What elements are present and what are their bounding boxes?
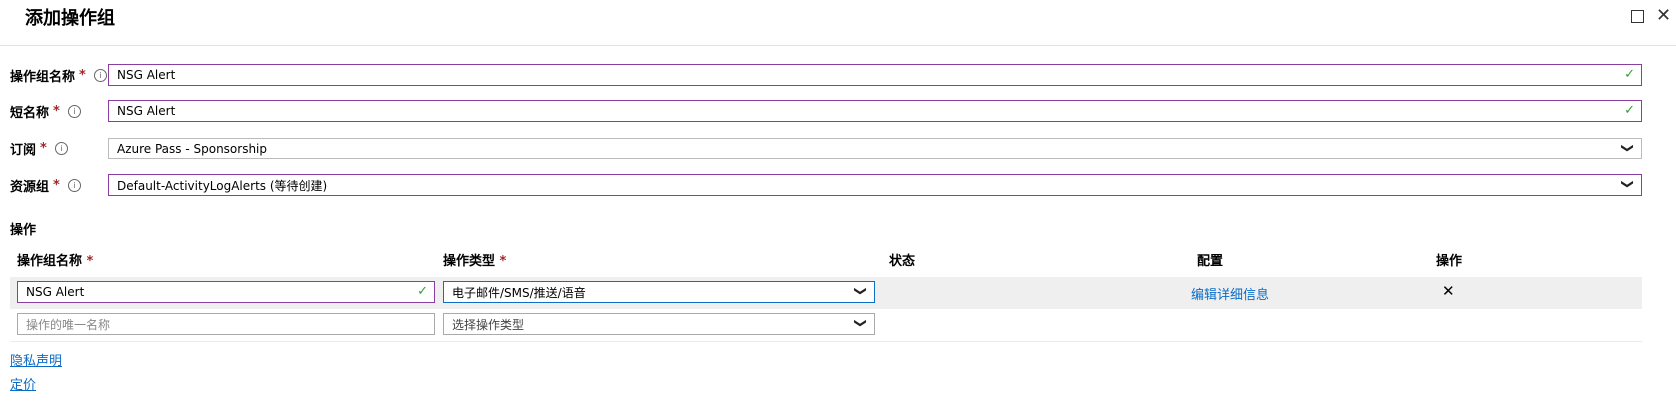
required-marker: * [40,141,47,156]
actions-section-title: 操作 [10,223,37,238]
col-header-config: 配置 [1197,254,1224,269]
chevron-down-icon: ❯ [853,317,868,329]
chevron-down-icon: ❯ [853,285,868,297]
resource-group-label: 资源组 * i [10,176,81,195]
required-marker: * [499,254,507,269]
select-value: Azure Pass - Sponsorship [117,141,268,156]
check-icon: ✓ [1624,67,1635,82]
input-placeholder: 操作的唯一名称 [26,317,111,332]
header-text: 操作组名称 [17,254,83,269]
select-value: 电子邮件/SMS/推送/语音 [452,285,586,300]
chevron-down-icon: ❯ [1620,142,1635,154]
privacy-link[interactable]: 隐私声明 [10,350,62,369]
input-value: NSG Alert [117,104,176,118]
header-divider [0,45,1676,46]
label-text: 操作组名称 [10,70,76,85]
col-header-type: 操作类型 * [443,250,506,269]
col-header-status: 状态 [889,254,916,269]
delete-icon[interactable]: ✕ [1442,282,1455,300]
label-text: 订阅 [10,143,37,158]
label-text: 短名称 [10,106,50,121]
required-marker: * [86,254,94,269]
action-group-name-input[interactable]: NSG Alert ✓ [108,64,1642,86]
chevron-down-icon: ❯ [1620,178,1635,190]
required-marker: * [53,104,60,119]
close-icon[interactable]: ✕ [1656,5,1671,26]
row-name-input[interactable]: NSG Alert ✓ [17,281,435,303]
row-divider [10,341,1642,342]
info-icon[interactable]: i [54,142,68,155]
required-marker: * [53,178,60,193]
check-icon: ✓ [1624,103,1635,118]
short-name-label: 短名称 * i [10,102,81,121]
label-text: 资源组 [10,180,50,195]
col-header-name: 操作组名称 * [17,250,93,269]
required-marker: * [79,68,86,83]
dialog-title: 添加操作组 [25,8,115,29]
info-icon[interactable]: i [67,179,81,192]
edit-details-link[interactable]: 编辑详细信息 [1191,284,1269,303]
short-name-input[interactable]: NSG Alert ✓ [108,100,1642,122]
info-icon[interactable]: i [67,105,81,118]
row-type-select[interactable]: 电子邮件/SMS/推送/语音 ❯ [443,281,875,303]
input-value: NSG Alert [26,285,85,299]
input-value: NSG Alert [117,68,176,82]
subscription-label: 订阅 * i [10,139,68,158]
resource-group-select[interactable]: Default-ActivityLogAlerts (等待创建) ❯ [108,174,1642,196]
maximize-icon[interactable] [1631,10,1644,23]
col-header-action: 操作 [1436,254,1463,269]
new-row-name-input[interactable]: 操作的唯一名称 [17,313,435,335]
header-text: 操作类型 [443,254,496,269]
select-placeholder: 选择操作类型 [452,317,525,332]
action-group-name-label: 操作组名称 * i [10,66,107,85]
select-value: Default-ActivityLogAlerts (等待创建) [117,178,328,193]
info-icon[interactable]: i [93,69,107,82]
subscription-select[interactable]: Azure Pass - Sponsorship ❯ [108,138,1642,159]
check-icon: ✓ [417,284,428,299]
new-row-type-select[interactable]: 选择操作类型 ❯ [443,313,875,335]
pricing-link[interactable]: 定价 [10,374,36,393]
